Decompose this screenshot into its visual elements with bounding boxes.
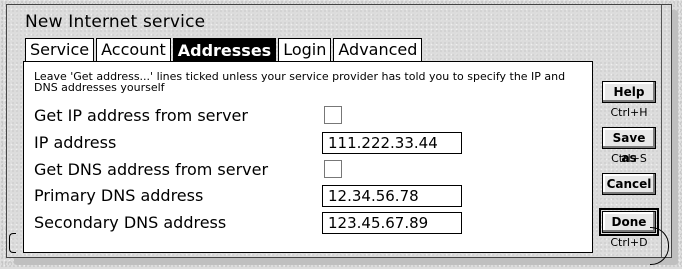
primary-dns-label: Primary DNS address <box>34 186 204 205</box>
get-dns-checkbox[interactable] <box>324 160 342 178</box>
help-group: Help Ctrl+H <box>598 81 660 119</box>
cancel-group: Cancel <box>598 173 660 195</box>
window-title: New Internet service <box>25 12 206 32</box>
hint-text: Leave 'Get address...' lines ticked unle… <box>34 70 566 94</box>
decorative-bracket <box>9 233 16 253</box>
tab-advanced[interactable]: Advanced <box>333 38 423 62</box>
tab-addresses[interactable]: Addresses <box>172 38 277 62</box>
tab-service[interactable]: Service <box>25 38 95 62</box>
get-ip-label: Get IP address from server <box>34 106 248 125</box>
tab-login[interactable]: Login <box>278 38 332 62</box>
cancel-button[interactable]: Cancel <box>602 173 656 195</box>
ip-address-label: IP address <box>34 133 117 152</box>
save-as-shortcut: Ctrl+S <box>611 152 647 165</box>
tab-account[interactable]: Account <box>96 38 171 62</box>
get-dns-label: Get DNS address from server <box>34 160 269 179</box>
done-button[interactable]: Done <box>599 208 659 236</box>
secondary-dns-field[interactable]: 123.45.67.89 <box>322 212 462 234</box>
addresses-panel: Leave 'Get address...' lines ticked unle… <box>23 61 593 253</box>
save-as-button[interactable]: Save as <box>602 127 656 165</box>
window-edge <box>661 5 672 257</box>
dialog-window: New Internet service Service Account Add… <box>6 4 672 265</box>
get-ip-checkbox[interactable] <box>324 106 342 124</box>
help-shortcut: Ctrl+H <box>610 106 648 119</box>
ip-address-field[interactable]: 111.222.33.44 <box>322 132 462 154</box>
save-as-group: Save as Ctrl+S <box>598 127 660 165</box>
tab-bar: Service Account Addresses Login Advanced <box>25 38 424 62</box>
primary-dns-field[interactable]: 12.34.56.78 <box>322 185 462 207</box>
secondary-dns-label: Secondary DNS address <box>34 213 227 232</box>
help-button[interactable]: Help <box>602 81 656 103</box>
